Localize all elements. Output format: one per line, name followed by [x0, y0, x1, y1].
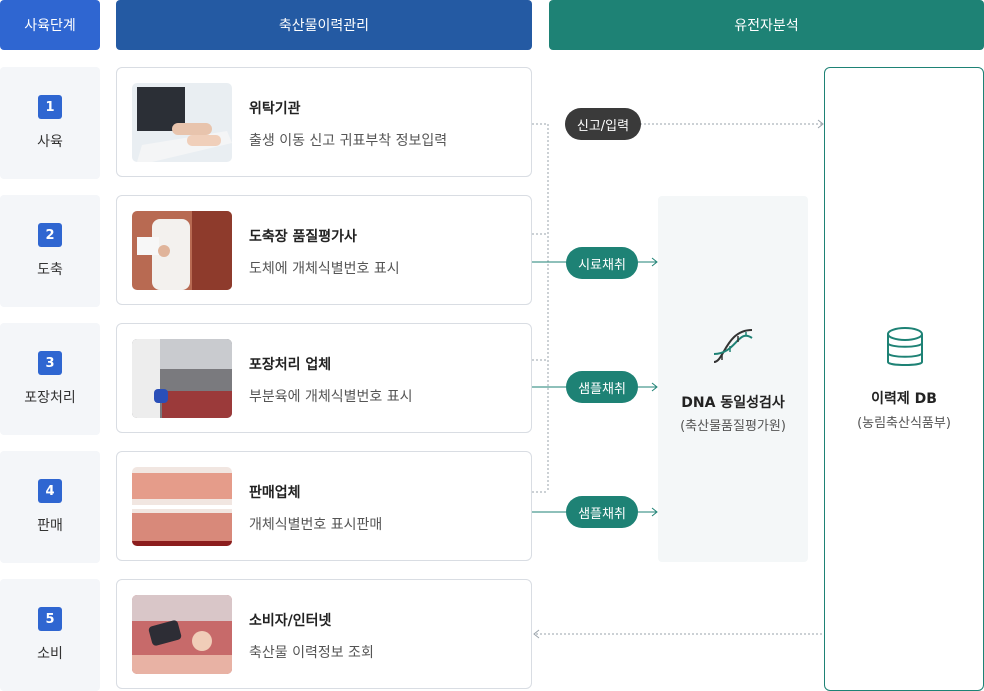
- card-slaughterhouse: 도축장 품질평가사 도체에 개체식별번호 표시: [116, 195, 532, 305]
- pill-label: 샘플채취: [578, 381, 626, 397]
- card-title: 도축장 품질평가사: [249, 229, 357, 245]
- stage-header: 사육단계: [0, 0, 100, 50]
- smartphone-scan-photo: [132, 595, 232, 674]
- stage-number: 1: [38, 95, 62, 119]
- stage-1: 1 사육: [0, 67, 100, 179]
- meat-display-case-photo: [132, 467, 232, 546]
- pill-label: 샘플채취: [578, 506, 626, 522]
- card-consumer: 소비자/인터넷 축산물 이력정보 조회: [116, 579, 532, 689]
- card-title: 판매업체: [249, 485, 301, 501]
- report-input-pill: 신고/입력: [565, 108, 641, 140]
- stage-header-label: 사육단계: [24, 18, 76, 34]
- pill-label: 신고/입력: [576, 118, 630, 134]
- dna-box-title: DNA 동일성검사: [681, 395, 785, 411]
- card-title: 소비자/인터넷: [249, 613, 332, 629]
- card-retailer: 판매업체 개체식별번호 표시판매: [116, 451, 532, 561]
- stage-5: 5 소비: [0, 579, 100, 691]
- sampling-pill-retail: 샘플채취: [566, 496, 638, 528]
- card-title: 포장처리 업체: [249, 357, 332, 373]
- db-box-subtitle: (농림축산식품부): [857, 416, 951, 431]
- card-packing-company: 포장처리 업체 부분육에 개체식별번호 표시: [116, 323, 532, 433]
- dna-icon: [713, 329, 753, 363]
- stage-name: 소비: [37, 646, 63, 662]
- carcass-inspection-photo: [132, 211, 232, 290]
- stage-number: 3: [38, 351, 62, 375]
- dna-identity-test-box: DNA 동일성검사 (축산물품질평가원): [658, 196, 808, 562]
- stage-name: 도축: [37, 262, 63, 278]
- stage-2: 2 도축: [0, 195, 100, 307]
- pill-label: 시료채취: [578, 257, 626, 273]
- traceability-db-box: 이력제 DB (농림축산식품부): [824, 67, 984, 691]
- stage-number: 2: [38, 223, 62, 247]
- stage-number: 5: [38, 607, 62, 631]
- meat-packing-photo: [132, 339, 232, 418]
- card-description: 출생 이동 신고 귀표부착 정보입력: [249, 133, 448, 149]
- card-description: 부분육에 개체식별번호 표시: [249, 389, 413, 405]
- card-consignment-agency: 위탁기관 출생 이동 신고 귀표부착 정보입력: [116, 67, 532, 177]
- keyboard-typing-photo: [132, 83, 232, 162]
- dna-box-subtitle: (축산물품질평가원): [680, 419, 786, 434]
- stage-name: 판매: [37, 518, 63, 534]
- database-icon: [887, 327, 923, 366]
- stage-number: 4: [38, 479, 62, 503]
- stage-name: 사육: [37, 134, 63, 150]
- genetic-analysis-header-label: 유전자분석: [734, 18, 799, 34]
- traceability-header-label: 축산물이력관리: [278, 18, 370, 34]
- card-description: 개체식별번호 표시판매: [249, 517, 383, 533]
- stage-name: 포장처리: [24, 390, 76, 406]
- genetic-analysis-header: 유전자분석: [549, 0, 984, 50]
- card-description: 축산물 이력정보 조회: [249, 645, 374, 661]
- db-box-title: 이력제 DB: [871, 391, 937, 407]
- traceability-header: 축산물이력관리: [116, 0, 532, 50]
- stage-3: 3 포장처리: [0, 323, 100, 435]
- sample-collection-pill: 시료채취: [566, 247, 638, 279]
- stage-4: 4 판매: [0, 451, 100, 563]
- card-description: 도체에 개체식별번호 표시: [249, 261, 400, 277]
- card-title: 위탁기관: [249, 101, 301, 117]
- sampling-pill-packing: 샘플채취: [566, 371, 638, 403]
